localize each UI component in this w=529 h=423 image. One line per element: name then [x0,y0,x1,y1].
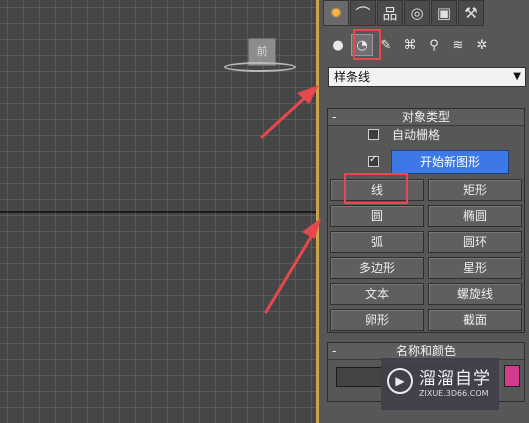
lights-button[interactable]: ✎ [375,34,397,56]
shapes-icon: ◔ [356,37,368,53]
object-color-swatch[interactable] [504,365,520,387]
dropdown-value: 样条线 [334,70,371,84]
motion-tab-icon: ◎ [410,4,424,22]
egg-button[interactable]: 卵形 [330,309,424,331]
shapes-button[interactable]: ◔ [351,34,373,56]
autogrid-checkbox[interactable] [368,129,379,140]
create-subcategories: ● ◔ ✎ ⌘ ⚲ ≋ ✲ [327,32,493,58]
create-tab-icon: ✹ [329,4,343,22]
chevron-down-icon: ▼ [513,71,521,82]
name-and-color-title: 名称和颜色 [395,344,456,358]
utilities-tab-icon: ⚒ [464,4,478,22]
geometry-icon: ● [332,37,344,53]
watermark-brand: 溜溜自学 [419,369,491,389]
object-type-rollout: - 对象类型 自动栅格 开始新图形 线 矩形 圆 椭圆 弧 圆环 多边形 星形 … [327,108,525,333]
circle-button[interactable]: 圆 [330,205,424,227]
play-logo-icon: ▶ [387,368,413,394]
text-button[interactable]: 文本 [330,283,424,305]
helpers-button[interactable]: ⚲ [423,34,445,56]
motion-tab[interactable]: ◎ [404,0,430,26]
geometry-button[interactable]: ● [327,34,349,56]
modify-tab[interactable]: ⌒ [350,0,376,26]
shape-category-dropdown[interactable]: 样条线 ▼ [328,67,526,87]
helpers-icon: ⚲ [429,37,439,53]
viewcube-ring[interactable] [224,62,296,72]
collapse-icon: - [332,344,337,358]
ellipse-button[interactable]: 椭圆 [428,205,522,227]
section-button[interactable]: 截面 [428,309,522,331]
line-button[interactable]: 线 [330,179,424,201]
start-new-shape-checkbox[interactable] [368,154,379,167]
front-viewport[interactable]: 前 [0,0,316,423]
space-warps-button[interactable]: ≋ [447,34,469,56]
star-button[interactable]: 星形 [428,257,522,279]
hierarchy-tab[interactable]: 品 [377,0,403,26]
command-panel-tabs: ✹ ⌒ 品 ◎ ▣ ⚒ [323,0,484,26]
cameras-button[interactable]: ⌘ [399,34,421,56]
ngon-button[interactable]: 多边形 [330,257,424,279]
object-type-header[interactable]: - 对象类型 [328,109,524,126]
collapse-icon: - [332,110,337,124]
shape-buttons: 线 矩形 圆 椭圆 弧 圆环 多边形 星形 文本 螺旋线 卵形 截面 [330,179,522,331]
hierarchy-tab-icon: 品 [382,4,398,23]
object-type-title: 对象类型 [401,110,450,124]
modify-tab-icon: ⌒ [355,4,371,23]
systems-icon: ✲ [476,37,488,53]
viewcube[interactable]: 前 [224,38,296,74]
arc-button[interactable]: 弧 [330,231,424,253]
lights-icon: ✎ [380,37,392,53]
helix-button[interactable]: 螺旋线 [428,283,522,305]
systems-button[interactable]: ✲ [471,34,493,56]
start-new-shape-button[interactable]: 开始新图形 [391,150,509,174]
space-warps-icon: ≋ [452,37,464,53]
create-tab[interactable]: ✹ [323,0,349,26]
cameras-icon: ⌘ [403,37,417,53]
watermark: ▶ 溜溜自学 ZIXUE.3D66.COM [381,358,499,410]
watermark-url: ZIXUE.3D66.COM [419,389,489,398]
display-tab-icon: ▣ [436,4,452,22]
rectangle-button[interactable]: 矩形 [428,179,522,201]
display-tab[interactable]: ▣ [431,0,457,26]
donut-button[interactable]: 圆环 [428,231,522,253]
viewport-horizon-line [0,211,316,213]
autogrid-label: 自动栅格 [392,128,441,142]
utilities-tab[interactable]: ⚒ [458,0,484,26]
